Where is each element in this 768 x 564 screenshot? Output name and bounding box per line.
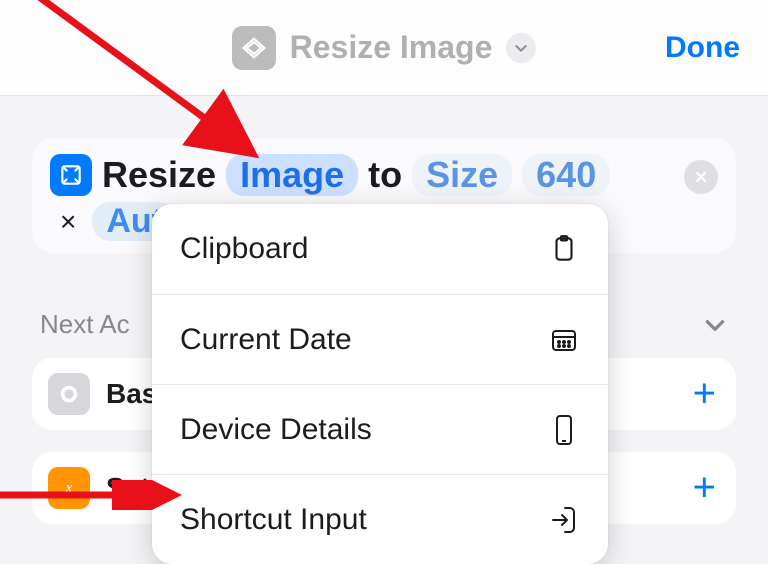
add-suggestion-button[interactable]: + bbox=[693, 466, 716, 511]
times-label: × bbox=[54, 206, 82, 238]
base64-icon bbox=[48, 373, 90, 415]
menu-item-clipboard[interactable]: Clipboard bbox=[152, 204, 608, 294]
calendar-icon bbox=[548, 327, 580, 353]
menu-item-label: Current Date bbox=[180, 323, 352, 357]
phone-icon bbox=[548, 414, 580, 446]
action-row-1: Resize Image to Size 640 bbox=[50, 154, 718, 196]
chevron-down-icon[interactable] bbox=[506, 33, 536, 63]
resize-action-icon bbox=[232, 26, 276, 70]
variable-picker-menu: Clipboard Current Date Device Details Sh… bbox=[152, 204, 608, 564]
size-value-token[interactable]: 640 bbox=[522, 154, 610, 196]
suggestion-label: Set bbox=[106, 472, 150, 504]
menu-item-shortcut-input[interactable]: Shortcut Input bbox=[152, 474, 608, 564]
clear-action-button[interactable] bbox=[684, 160, 718, 194]
add-suggestion-button[interactable]: + bbox=[693, 372, 716, 417]
header-center: Resize Image bbox=[232, 26, 537, 70]
menu-item-device-details[interactable]: Device Details bbox=[152, 384, 608, 474]
chevron-down-icon[interactable] bbox=[702, 312, 728, 338]
input-icon bbox=[548, 505, 580, 535]
size-token[interactable]: Size bbox=[412, 154, 512, 196]
suggestion-label: Bas bbox=[106, 378, 157, 410]
menu-item-label: Device Details bbox=[180, 413, 372, 447]
menu-item-label: Clipboard bbox=[180, 232, 308, 266]
svg-text:x: x bbox=[65, 480, 73, 496]
set-variable-icon: x bbox=[48, 467, 90, 509]
section-title: Next Ac bbox=[40, 309, 130, 340]
menu-item-current-date[interactable]: Current Date bbox=[152, 294, 608, 384]
done-button[interactable]: Done bbox=[665, 31, 740, 65]
action-to: to bbox=[368, 154, 402, 196]
page-title: Resize Image bbox=[290, 29, 493, 66]
clipboard-icon bbox=[548, 234, 580, 264]
image-variable-token[interactable]: Image bbox=[226, 154, 358, 196]
resize-icon bbox=[50, 154, 92, 196]
action-verb: Resize bbox=[102, 154, 216, 196]
navbar: Resize Image Done bbox=[0, 0, 768, 96]
menu-item-label: Shortcut Input bbox=[180, 503, 367, 537]
